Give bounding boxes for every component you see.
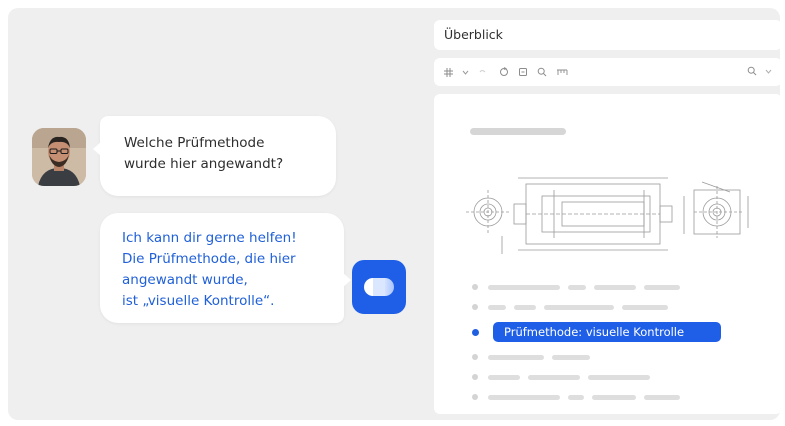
fit-icon[interactable] — [518, 67, 528, 77]
list-item — [472, 394, 688, 400]
highlighted-result[interactable]: Prüfmethode: visuelle Kontrolle — [493, 322, 721, 342]
document-toolbar — [434, 58, 780, 86]
user-message-line: wurde hier angewandt? — [124, 156, 284, 172]
list-item-active — [472, 328, 489, 336]
bot-message-line: ist „visuelle Kontrolle“. — [122, 293, 275, 309]
list-item — [472, 284, 688, 290]
bot-message-line: angewandt wurde, — [122, 272, 248, 288]
undo-icon[interactable] — [478, 68, 487, 77]
bot-message-bubble: Ich kann dir gerne helfen! Die Prüfmetho… — [100, 213, 351, 323]
list-item — [472, 374, 658, 380]
bot-message-line: Die Prüfmethode, die hier — [122, 251, 296, 267]
ruler-icon[interactable] — [556, 67, 568, 77]
chevron-down-icon[interactable] — [765, 66, 772, 76]
user-message-line: Welche Prüfmethode — [124, 135, 265, 151]
bot-message-line: Ich kann dir gerne helfen! — [122, 230, 297, 246]
panel-title: Überblick — [434, 20, 780, 50]
search-icon[interactable] — [747, 66, 757, 76]
zoom-icon[interactable] — [537, 67, 547, 77]
grid-icon[interactable] — [444, 67, 453, 77]
refresh-icon[interactable] — [499, 67, 509, 77]
assistant-logo — [352, 260, 406, 314]
app-canvas: Welche Prüfmethode wurde hier angewandt?… — [8, 8, 780, 420]
list-item — [472, 354, 598, 360]
chevron-down-icon[interactable] — [462, 70, 469, 75]
assistant-logo-icon — [364, 278, 394, 296]
user-avatar — [32, 128, 86, 186]
doc-title-placeholder — [470, 128, 566, 135]
document-preview: Prüfmethode: visuelle Kontrolle — [434, 94, 780, 414]
user-message-bubble: Welche Prüfmethode wurde hier angewandt? — [93, 116, 336, 196]
list-item — [472, 304, 676, 310]
technical-drawing — [466, 177, 749, 254]
